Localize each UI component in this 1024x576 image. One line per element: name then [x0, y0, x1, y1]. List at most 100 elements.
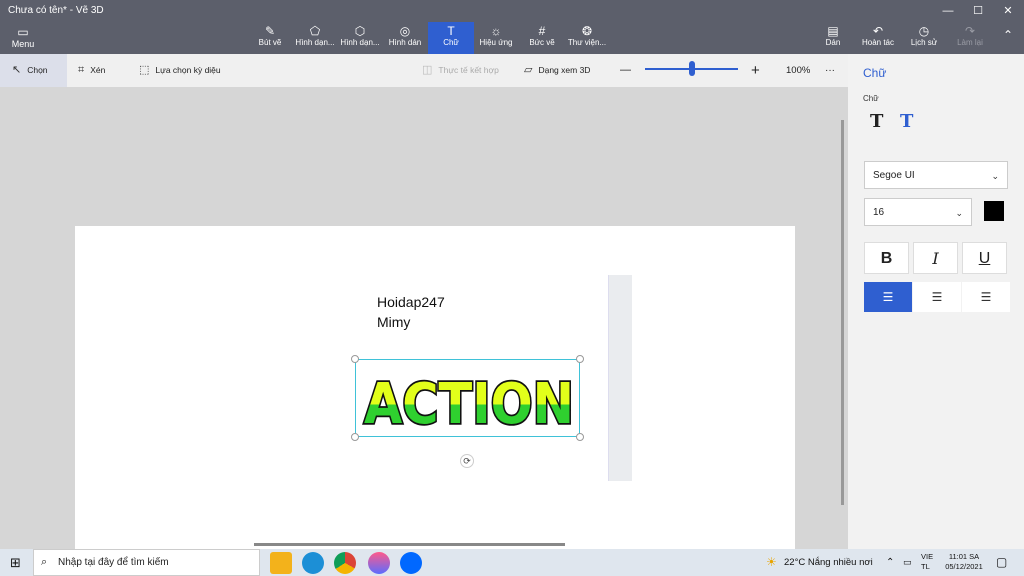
underline-button[interactable]: U: [962, 242, 1007, 274]
language-code: VIE: [921, 552, 934, 561]
minimize-button[interactable]: —: [933, 2, 963, 20]
taskbar-search-input[interactable]: ⌕ Nhập tại đây để tìm kiếm: [33, 549, 260, 576]
brush-icon: ✎: [264, 24, 276, 38]
chevron-down-icon: ⌄: [991, 171, 999, 181]
effects-icon: ☼: [490, 24, 502, 38]
resize-handle-top-right[interactable]: [576, 355, 584, 363]
mixed-reality-button[interactable]: ◫ Thực tế kết hợp: [422, 54, 499, 87]
mixed-reality-label: Thực tế kết hợp: [438, 65, 499, 75]
view-3d-button[interactable]: ▱ Dạng xem 3D: [524, 54, 590, 87]
magic-select-button[interactable]: ⬚ Lựa chọn kỳ diệu: [139, 54, 221, 87]
action-sticker[interactable]: ACTION: [360, 370, 578, 428]
paste-icon: ▤: [827, 24, 839, 38]
tool-label: Lịch sử: [910, 38, 938, 47]
tool-stickers[interactable]: ◎ Hình dán: [386, 24, 424, 54]
edge-icon[interactable]: [302, 552, 324, 574]
menu-label: Menu: [11, 39, 35, 49]
close-button[interactable]: ✕: [993, 2, 1023, 20]
align-center-icon: ☰: [931, 290, 943, 304]
tool-label: Làm lại: [957, 38, 983, 47]
history-button[interactable]: ◷ Lịch sử: [908, 24, 940, 54]
sub-toolbar: ↖ Chọn ⌗ Xén ⬚ Lựa chọn kỳ diệu ◫ Thực tế kế…: [0, 54, 848, 87]
sticker-icon: ◎: [399, 24, 411, 38]
align-left-button[interactable]: ☰: [864, 282, 912, 312]
tool-text[interactable]: T Chữ: [428, 22, 474, 54]
paint-3d-icon[interactable]: [368, 552, 390, 574]
tool-label: Hình dán: [388, 38, 422, 47]
text-color-swatch[interactable]: [984, 201, 1004, 221]
align-center-button[interactable]: ☰: [913, 282, 961, 312]
language-indicator[interactable]: VIE TL: [921, 552, 933, 572]
paste-button[interactable]: ▤ Dán: [820, 24, 846, 54]
redo-button[interactable]: ↷ Làm lại: [953, 24, 987, 54]
chrome-icon[interactable]: [334, 552, 356, 574]
canvas-text-line-2[interactable]: Mimy: [377, 314, 410, 330]
windows-start-icon[interactable]: ⊞: [10, 549, 21, 576]
tool-canvas[interactable]: # Bức vẽ: [526, 24, 558, 54]
align-left-icon: ☰: [882, 290, 894, 304]
window-title: Chưa có tên* - Vẽ 3D: [8, 5, 104, 16]
2d-text-icon[interactable]: T: [870, 111, 883, 132]
redo-icon: ↷: [964, 24, 976, 38]
notification-icon[interactable]: ▢: [996, 549, 1007, 576]
bold-button[interactable]: B: [864, 242, 909, 274]
menu-button[interactable]: ▭ Menu: [6, 25, 40, 51]
undo-icon: ↶: [872, 24, 884, 38]
3d-text-icon[interactable]: T: [900, 111, 913, 132]
italic-button[interactable]: I: [913, 242, 958, 274]
tool-label: Chữ: [443, 38, 459, 47]
view-3d-label: Dạng xem 3D: [538, 65, 591, 75]
zoom-in-button[interactable]: +: [751, 54, 760, 87]
undo-button[interactable]: ↶ Hoàn tác: [860, 24, 896, 54]
tool-label: Dán: [825, 38, 841, 47]
chevron-up-icon[interactable]: ⌃: [886, 549, 894, 576]
maximize-button[interactable]: ☐: [963, 2, 993, 20]
tool-label: Hình dạn...: [340, 38, 380, 47]
resize-handle-bottom-right[interactable]: [576, 433, 584, 441]
tool-label: Bức vẽ: [529, 38, 555, 47]
tool-label: Hiệu ứng: [479, 38, 513, 47]
chevron-down-icon: ⌄: [955, 208, 963, 218]
select-button[interactable]: ↖ Chọn: [0, 54, 67, 87]
canvas-text-line-1[interactable]: Hoidap247: [377, 294, 445, 310]
clock[interactable]: 11:01 SA 05/12/2021: [944, 552, 984, 572]
tool-label: Bút vẽ: [258, 38, 282, 47]
tool-2d-shapes[interactable]: ⬠ Hình dạn...: [294, 24, 336, 54]
2d-shapes-icon: ⬠: [309, 24, 321, 38]
font-size-dropdown[interactable]: 16 ⌄: [864, 198, 972, 226]
font-family-dropdown[interactable]: Segoe UI ⌄: [864, 161, 1008, 189]
tool-3d-shapes[interactable]: ⬡ Hình dạn...: [339, 24, 381, 54]
clock-time: 11:01 SA: [948, 552, 980, 561]
rotate-icon[interactable]: ⟳: [460, 454, 474, 468]
weather-text[interactable]: 22°C Nắng nhiều nơi: [784, 549, 873, 576]
zoom-level[interactable]: 100%: [786, 54, 810, 87]
horizontal-scrollbar[interactable]: [254, 543, 565, 546]
resize-handle-bottom-left[interactable]: [351, 433, 359, 441]
resize-handle-top-left[interactable]: [351, 355, 359, 363]
search-placeholder: Nhập tại đây để tìm kiếm: [58, 557, 169, 568]
align-right-button[interactable]: ☰: [962, 282, 1010, 312]
folder-icon: ▭: [17, 25, 29, 39]
search-icon: ⌕: [41, 556, 48, 568]
battery-icon[interactable]: ▭: [903, 549, 912, 576]
weather-icon: ☀: [766, 555, 777, 569]
more-options-button[interactable]: ···: [825, 54, 835, 87]
zalo-icon[interactable]: [400, 552, 422, 574]
magic-select-icon: ⬚: [139, 64, 150, 76]
tool-brushes[interactable]: ✎ Bút vẽ: [253, 24, 287, 54]
file-explorer-icon[interactable]: [270, 552, 292, 574]
mixed-reality-icon: ◫: [422, 64, 433, 76]
vertical-scrollbar[interactable]: [841, 120, 844, 505]
input-mode: TL: [921, 562, 930, 571]
zoom-slider-thumb[interactable]: [688, 61, 695, 76]
chevron-up-icon: ⌃: [1002, 28, 1014, 42]
view-3d-icon: ▱: [524, 64, 533, 76]
tool-label: Hoàn tác: [861, 38, 895, 47]
action-sticker-text: ACTION: [364, 372, 574, 428]
tool-3d-library[interactable]: ❂ Thư viện...: [566, 24, 608, 54]
zoom-out-button[interactable]: —: [620, 54, 631, 87]
3d-library-icon: ❂: [581, 24, 593, 38]
tool-effects[interactable]: ☼ Hiệu ứng: [477, 24, 515, 54]
crop-button[interactable]: ⌗ Xén: [78, 54, 105, 87]
text-icon: T: [447, 24, 455, 38]
